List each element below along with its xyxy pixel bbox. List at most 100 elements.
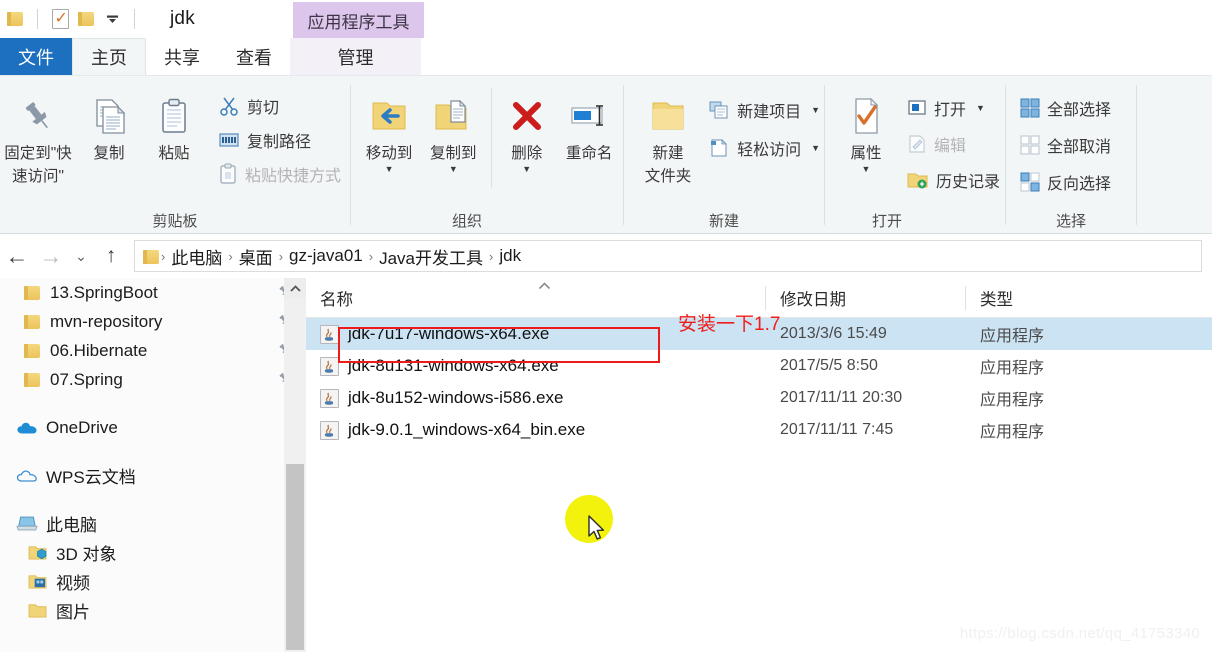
nav-item-13-springboot[interactable]: 13.SpringBoot <box>0 278 306 307</box>
rename-button[interactable]: 重命名 <box>555 88 623 163</box>
nav-item-mvn-repository[interactable]: mvn-repository <box>0 307 306 336</box>
nav-item-label: 此电脑 <box>46 516 97 535</box>
select-small-buttons: 全部选择 全部取消 反向选择 <box>1016 88 1115 196</box>
paste-label: 粘贴 <box>158 145 190 162</box>
pin-to-quick-access-button[interactable]: 固定到"快 速访问" <box>0 88 76 187</box>
file-date-modified: 2017/11/11 7:45 <box>780 421 894 438</box>
delete-button[interactable]: 删除 ▼ <box>498 88 555 174</box>
pin-icon <box>21 92 55 140</box>
nav-item-this-pc[interactable]: 此电脑 <box>0 509 306 538</box>
cut-label: 剪切 <box>247 100 280 117</box>
copy-icon <box>89 92 129 140</box>
java-installer-icon <box>320 420 339 440</box>
qat-customize-button[interactable] <box>99 6 125 32</box>
move-to-button[interactable]: 移动到 ▼ <box>357 88 421 174</box>
new-item-button[interactable]: 新建项目 ▼ <box>704 96 824 124</box>
chevron-down-icon: ▼ <box>448 164 458 175</box>
breadcrumb-item-2[interactable]: gz-java01 <box>284 246 368 266</box>
select-all-icon <box>1020 98 1040 118</box>
ribbon-group-open: 属性 ▼ 打开 ▼ 编辑 历史记录 打开 <box>825 76 1005 234</box>
select-all-button[interactable]: 全部选择 <box>1016 94 1115 122</box>
history-icon <box>907 173 928 188</box>
history-button[interactable]: 历史记录 <box>903 166 1004 194</box>
nav-item-videos[interactable]: 视频 <box>0 567 306 596</box>
pin-to-quick-access-label-1: 固定到"快 <box>4 145 72 162</box>
recent-locations-button[interactable]: ⌄ <box>68 239 94 273</box>
breadcrumb[interactable]: › 此电脑 › 桌面 › gz-java01 › Java开发工具 › jdk <box>134 240 1202 272</box>
folder-icon <box>24 373 40 387</box>
breadcrumb-item-1[interactable]: 桌面 <box>234 244 278 269</box>
easy-access-label: 轻松访问 <box>737 142 802 159</box>
folder-icon <box>24 286 40 300</box>
qat-folder-icon[interactable] <box>2 6 28 32</box>
copy-to-label: 复制到 <box>430 145 477 162</box>
file-type: 应用程序 <box>980 328 1045 345</box>
nav-item-pictures[interactable]: 图片 <box>0 596 306 625</box>
open-button[interactable]: 打开 ▼ <box>903 94 1004 122</box>
copy-button[interactable]: 复制 <box>76 88 142 163</box>
paste-icon <box>154 92 194 140</box>
nav-item-3d-objects[interactable]: 3D 对象 <box>0 538 306 567</box>
ribbon: 固定到"快 速访问" 复制 粘贴 剪切 复制路径 粘贴快捷方式 剪贴板 移动到 … <box>0 76 1212 234</box>
invert-selection-button[interactable]: 反向选择 <box>1016 168 1115 196</box>
copy-path-icon <box>219 133 239 147</box>
column-header-date-modified[interactable]: 修改日期 <box>766 278 966 318</box>
chevron-down-icon: ▼ <box>522 164 532 175</box>
breadcrumb-item-4[interactable]: jdk <box>494 246 526 266</box>
up-button[interactable]: ↑ <box>94 239 128 273</box>
table-row[interactable]: jdk-9.0.1_windows-x64_bin.exe 2017/11/11… <box>306 414 1212 446</box>
breadcrumb-item-0[interactable]: 此电脑 <box>166 244 227 269</box>
open-icon <box>908 100 926 115</box>
easy-access-button[interactable]: 轻松访问 ▼ <box>704 134 824 162</box>
select-none-button[interactable]: 全部取消 <box>1016 131 1115 159</box>
new-folder-button[interactable]: 新建 文件夹 <box>638 88 698 187</box>
delete-x-icon <box>508 92 546 140</box>
table-row[interactable]: jdk-8u131-windows-x64.exe 2017/5/5 8:50 … <box>306 350 1212 382</box>
nav-item-onedrive[interactable]: OneDrive <box>0 413 306 442</box>
chevron-down-icon <box>106 15 118 23</box>
scroll-up-button[interactable] <box>284 278 306 298</box>
qat-new-folder-icon[interactable] <box>73 6 99 32</box>
folder-icon <box>7 12 23 26</box>
copy-to-icon <box>432 92 474 140</box>
tab-home[interactable]: 主页 <box>72 38 146 75</box>
select-all-label: 全部选择 <box>1047 102 1112 119</box>
ribbon-group-label-open: 打开 <box>871 212 902 230</box>
nav-item-06-hibernate[interactable]: 06.Hibernate <box>0 336 306 365</box>
new-folder-icon <box>647 92 689 140</box>
column-header-type[interactable]: 类型 <box>966 278 1146 318</box>
copy-to-button[interactable]: 复制到 ▼ <box>421 88 485 174</box>
chevron-down-icon: ▼ <box>811 143 820 153</box>
java-installer-icon <box>320 356 339 376</box>
tab-share[interactable]: 共享 <box>146 38 218 75</box>
table-row[interactable]: jdk-8u152-windows-i586.exe 2017/11/11 20… <box>306 382 1212 414</box>
copy-path-button[interactable]: 复制路径 <box>214 126 345 154</box>
tab-manage[interactable]: 管理 <box>290 38 421 75</box>
file-name: jdk-9.0.1_windows-x64_bin.exe <box>348 420 586 439</box>
file-name-cell: jdk-9.0.1_windows-x64_bin.exe <box>306 420 766 440</box>
properties-icon <box>847 92 885 140</box>
new-folder-icon <box>78 12 94 26</box>
paste-shortcut-button[interactable]: 粘贴快捷方式 <box>214 160 345 188</box>
sort-ascending-icon <box>538 279 551 293</box>
scrollbar-thumb[interactable] <box>286 464 304 650</box>
nav-item-wps-cloud[interactable]: WPS云文档 <box>0 461 306 490</box>
edit-button[interactable]: 编辑 <box>903 130 1004 158</box>
back-button[interactable]: ← <box>0 239 34 273</box>
quick-access-toolbar <box>0 0 144 38</box>
breadcrumb-item-3[interactable]: Java开发工具 <box>374 244 488 269</box>
delete-label: 删除 <box>511 145 543 162</box>
cut-button[interactable]: 剪切 <box>214 92 345 120</box>
tab-view[interactable]: 查看 <box>218 38 290 75</box>
paste-button[interactable]: 粘贴 <box>142 88 206 163</box>
column-header-date-label: 修改日期 <box>780 290 846 309</box>
nav-item-07-spring[interactable]: 07.Spring <box>0 365 306 394</box>
properties-button[interactable]: 属性 ▼ <box>835 88 897 174</box>
navigation-pane-scrollbar[interactable] <box>284 278 306 652</box>
chevron-down-icon: ▼ <box>861 164 871 175</box>
forward-button[interactable]: → <box>34 239 68 273</box>
tab-file[interactable]: 文件 <box>0 38 72 75</box>
qat-properties-icon[interactable] <box>47 6 73 32</box>
